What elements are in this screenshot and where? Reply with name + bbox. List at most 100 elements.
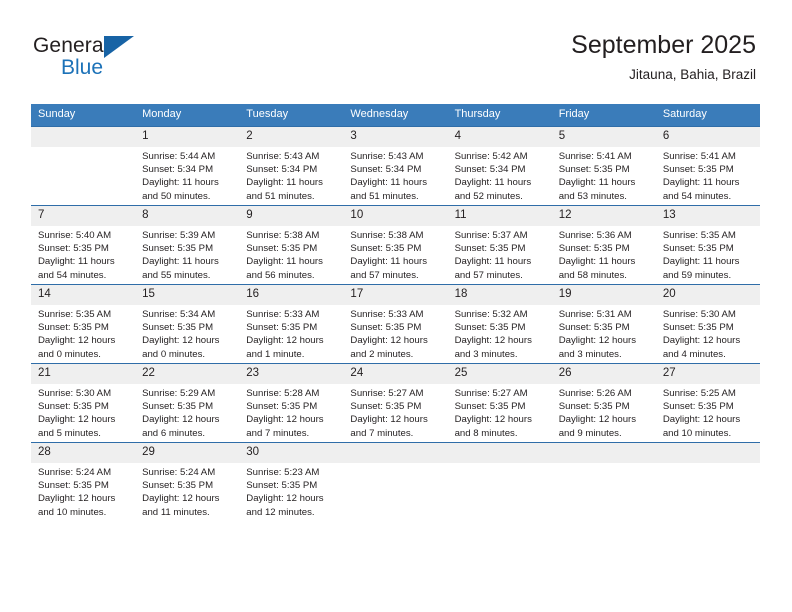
calendar-day-cell-empty bbox=[447, 442, 552, 521]
calendar-day-cell[interactable]: 9 Sunrise: 5:38 AM Sunset: 5:35 PM Daylight… bbox=[239, 205, 344, 285]
daylight-duration-line1: Daylight: 12 hours bbox=[38, 414, 116, 426]
calendar-day-cell[interactable]: 18 Sunrise: 5:32 AM Sunset: 5:35 PM Dayligh… bbox=[447, 284, 552, 364]
sunset-time: Sunset: 5:35 PM bbox=[142, 243, 214, 255]
sunrise-time: Sunrise: 5:41 AM bbox=[662, 151, 736, 162]
day-details: Sunrise: 5:41 AM Sunset: 5:35 PM Daylight:… bbox=[656, 147, 760, 203]
daylight-duration-line1: Daylight: 11 hours bbox=[350, 256, 428, 268]
day-details: Sunrise: 5:33 AM Sunset: 5:35 PM Daylight:… bbox=[343, 305, 447, 361]
sunrise-time: Sunrise: 5:43 AM bbox=[246, 151, 320, 162]
day-number: 5 bbox=[551, 127, 656, 147]
calendar-day-cell[interactable]: 19 Sunrise: 5:31 AM Sunset: 5:35 PM Dayligh… bbox=[551, 284, 656, 364]
daylight-duration-line1: Daylight: 12 hours bbox=[350, 335, 428, 347]
daylight-duration-line1: Daylight: 12 hours bbox=[662, 414, 741, 426]
calendar-grid: Sunday Monday Tuesday Wednesday Thursday… bbox=[31, 104, 760, 521]
calendar-day-cell[interactable]: 16 Sunrise: 5:33 AM Sunset: 5:35 PM Dayligh… bbox=[239, 284, 344, 364]
day-details: Sunrise: 5:28 AM Sunset: 5:35 PM Daylight:… bbox=[239, 384, 343, 440]
daylight-duration-line2: and 1 minute. bbox=[246, 348, 305, 360]
day-number: 23 bbox=[239, 364, 344, 384]
daylight-duration-line1: Daylight: 12 hours bbox=[142, 414, 220, 426]
day-details: Sunrise: 5:25 AM Sunset: 5:35 PM Daylight:… bbox=[656, 384, 760, 440]
sunrise-time: Sunrise: 5:29 AM bbox=[142, 388, 216, 399]
sunrise-time: Sunrise: 5:23 AM bbox=[246, 467, 320, 478]
calendar-day-cell[interactable]: 21 Sunrise: 5:30 AM Sunset: 5:35 PM Dayligh… bbox=[31, 363, 136, 443]
sunrise-time: Sunrise: 5:24 AM bbox=[38, 467, 112, 478]
calendar-day-cell[interactable]: 22 Sunrise: 5:29 AM Sunset: 5:35 PM Dayligh… bbox=[135, 363, 240, 443]
calendar-day-cell[interactable]: 7 Sunrise: 5:40 AM Sunset: 5:35 PM Daylight… bbox=[31, 205, 136, 285]
daylight-duration-line2: and 56 minutes. bbox=[246, 269, 315, 281]
daylight-duration-line2: and 12 minutes. bbox=[246, 506, 315, 518]
sunset-time: Sunset: 5:35 PM bbox=[350, 243, 422, 255]
calendar-week-row: 28 Sunrise: 5:24 AM Sunset: 5:35 PM Dayligh… bbox=[31, 442, 760, 521]
day-details: Sunrise: 5:30 AM Sunset: 5:35 PM Daylight:… bbox=[31, 384, 135, 440]
calendar-day-cell[interactable]: 5 Sunrise: 5:41 AM Sunset: 5:35 PM Daylight… bbox=[551, 126, 656, 206]
calendar-day-cell[interactable]: 12 Sunrise: 5:36 AM Sunset: 5:35 PM Dayligh… bbox=[551, 205, 656, 285]
daylight-duration-line2: and 5 minutes. bbox=[38, 427, 101, 439]
day-details: Sunrise: 5:35 AM Sunset: 5:35 PM Daylight:… bbox=[31, 305, 135, 361]
calendar-day-cell-empty bbox=[551, 442, 656, 521]
calendar-day-cell[interactable]: 30 Sunrise: 5:23 AM Sunset: 5:35 PM Dayligh… bbox=[239, 442, 344, 521]
calendar-day-cell[interactable]: 20 Sunrise: 5:30 AM Sunset: 5:35 PM Dayligh… bbox=[655, 284, 760, 364]
calendar-day-cell[interactable]: 10 Sunrise: 5:38 AM Sunset: 5:35 PM Dayligh… bbox=[343, 205, 448, 285]
day-details: Sunrise: 5:43 AM Sunset: 5:34 PM Daylight:… bbox=[239, 147, 343, 203]
day-number: 29 bbox=[135, 443, 240, 463]
daylight-duration-line1: Daylight: 11 hours bbox=[662, 177, 740, 189]
day-number: 25 bbox=[447, 364, 552, 384]
day-details: Sunrise: 5:27 AM Sunset: 5:35 PM Daylight:… bbox=[343, 384, 447, 440]
calendar-day-cell[interactable]: 13 Sunrise: 5:35 AM Sunset: 5:35 PM Dayligh… bbox=[655, 205, 760, 285]
calendar-day-cell[interactable]: 29 Sunrise: 5:24 AM Sunset: 5:35 PM Dayligh… bbox=[135, 442, 240, 521]
calendar-day-cell-empty bbox=[655, 442, 760, 521]
day-number: 14 bbox=[31, 285, 136, 305]
daylight-duration-line2: and 7 minutes. bbox=[246, 427, 310, 439]
daylight-duration-line2: and 50 minutes. bbox=[142, 190, 211, 202]
general-blue-logo[interactable]: General Blue bbox=[33, 34, 223, 88]
daylight-duration-line1: Daylight: 12 hours bbox=[246, 493, 324, 505]
day-number: 13 bbox=[655, 206, 760, 226]
calendar-week-row: 21 Sunrise: 5:30 AM Sunset: 5:35 PM Dayligh… bbox=[31, 363, 760, 443]
day-number: 27 bbox=[655, 364, 760, 384]
day-details: Sunrise: 5:30 AM Sunset: 5:35 PM Daylight:… bbox=[656, 305, 760, 361]
daylight-duration-line2: and 0 minutes. bbox=[38, 348, 101, 360]
calendar-day-cell[interactable]: 1 Sunrise: 5:44 AM Sunset: 5:34 PM Daylight… bbox=[135, 126, 240, 206]
calendar-day-cell[interactable]: 15 Sunrise: 5:34 AM Sunset: 5:35 PM Dayligh… bbox=[135, 284, 240, 364]
daylight-duration-line1: Daylight: 12 hours bbox=[246, 414, 324, 426]
daylight-duration-line1: Daylight: 12 hours bbox=[454, 335, 532, 347]
daylight-duration-line1: Daylight: 12 hours bbox=[38, 335, 116, 347]
sunrise-time: Sunrise: 5:40 AM bbox=[38, 230, 112, 241]
day-number: 22 bbox=[135, 364, 240, 384]
daylight-duration-line2: and 54 minutes. bbox=[662, 190, 732, 202]
calendar-day-cell[interactable]: 17 Sunrise: 5:33 AM Sunset: 5:35 PM Dayligh… bbox=[343, 284, 448, 364]
daylight-duration-line1: Daylight: 11 hours bbox=[558, 256, 636, 268]
logo-text-blue: Blue bbox=[61, 56, 104, 79]
calendar-day-cell[interactable]: 4 Sunrise: 5:42 AM Sunset: 5:34 PM Daylight… bbox=[447, 126, 552, 206]
calendar-day-cell[interactable]: 25 Sunrise: 5:27 AM Sunset: 5:35 PM Dayligh… bbox=[447, 363, 552, 443]
calendar-day-cell[interactable]: 27 Sunrise: 5:25 AM Sunset: 5:35 PM Dayligh… bbox=[655, 363, 760, 443]
sunset-time: Sunset: 5:35 PM bbox=[38, 401, 109, 413]
calendar-day-cell[interactable]: 2 Sunrise: 5:43 AM Sunset: 5:34 PM Daylight… bbox=[239, 126, 344, 206]
sunset-time: Sunset: 5:35 PM bbox=[558, 322, 630, 334]
daylight-duration-line1: Daylight: 11 hours bbox=[38, 256, 115, 268]
calendar-day-cell[interactable]: 8 Sunrise: 5:39 AM Sunset: 5:35 PM Daylight… bbox=[135, 205, 240, 285]
calendar-day-cell[interactable]: 11 Sunrise: 5:37 AM Sunset: 5:35 PM Dayligh… bbox=[447, 205, 552, 285]
weekday-header-sunday: Sunday bbox=[31, 104, 136, 127]
sunset-time: Sunset: 5:35 PM bbox=[38, 322, 109, 334]
calendar-day-cell[interactable]: 3 Sunrise: 5:43 AM Sunset: 5:34 PM Daylight… bbox=[343, 126, 448, 206]
sunrise-time: Sunrise: 5:41 AM bbox=[558, 151, 632, 162]
day-number: 1 bbox=[135, 127, 240, 147]
calendar-day-cell[interactable]: 14 Sunrise: 5:35 AM Sunset: 5:35 PM Dayligh… bbox=[31, 284, 136, 364]
daylight-duration-line2: and 59 minutes. bbox=[662, 269, 732, 281]
daylight-duration-line2: and 55 minutes. bbox=[142, 269, 211, 281]
calendar-day-cell[interactable]: 23 Sunrise: 5:28 AM Sunset: 5:35 PM Dayligh… bbox=[239, 363, 344, 443]
calendar-day-cell[interactable]: 24 Sunrise: 5:27 AM Sunset: 5:35 PM Dayligh… bbox=[343, 363, 448, 443]
daylight-duration-line2: and 3 minutes. bbox=[558, 348, 622, 360]
day-number: 28 bbox=[31, 443, 136, 463]
calendar-day-cell[interactable]: 6 Sunrise: 5:41 AM Sunset: 5:35 PM Daylight… bbox=[655, 126, 760, 206]
day-number: 10 bbox=[343, 206, 448, 226]
calendar-day-cell[interactable]: 26 Sunrise: 5:26 AM Sunset: 5:35 PM Dayligh… bbox=[551, 363, 656, 443]
sunset-time: Sunset: 5:35 PM bbox=[142, 401, 214, 413]
day-number: 18 bbox=[447, 285, 552, 305]
daylight-duration-line2: and 6 minutes. bbox=[142, 427, 206, 439]
day-number: 7 bbox=[31, 206, 136, 226]
calendar-day-cell[interactable]: 28 Sunrise: 5:24 AM Sunset: 5:35 PM Dayligh… bbox=[31, 442, 136, 521]
sunrise-time: Sunrise: 5:31 AM bbox=[558, 309, 632, 320]
day-details: Sunrise: 5:35 AM Sunset: 5:35 PM Daylight:… bbox=[656, 226, 760, 282]
